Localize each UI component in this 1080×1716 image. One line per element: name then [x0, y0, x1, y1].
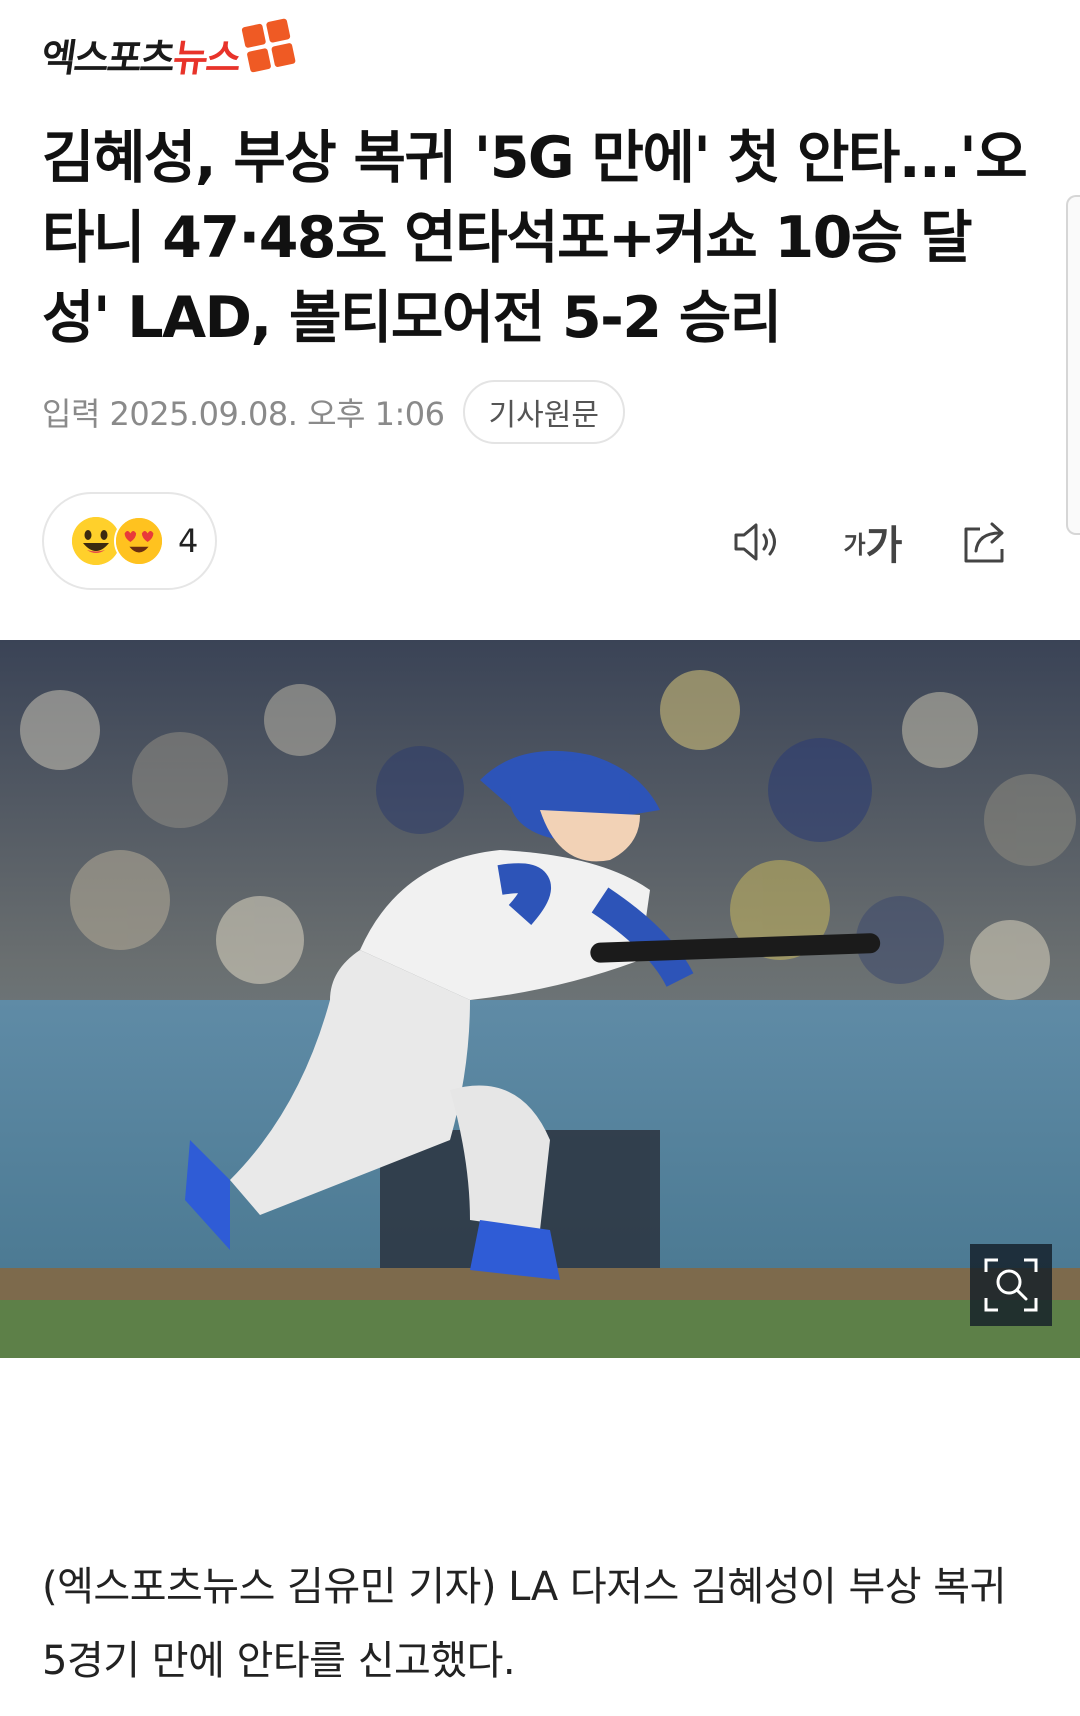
- logo-mark-icon: [241, 17, 300, 76]
- speaker-icon[interactable]: [726, 510, 790, 574]
- font-size-big-label: 가: [865, 523, 903, 569]
- grinning-face-icon: [72, 517, 120, 565]
- photo-illustration: [0, 640, 1080, 1358]
- original-article-button[interactable]: 기사원문: [462, 380, 625, 444]
- reaction-button[interactable]: 4: [42, 492, 217, 590]
- font-size-button[interactable]: 가가: [838, 510, 908, 574]
- heart-eyes-face-icon: [114, 516, 164, 566]
- share-icon[interactable]: [956, 510, 1016, 574]
- reaction-count: 4: [178, 522, 199, 560]
- logo-text: 엑스포츠뉴스: [38, 35, 243, 80]
- font-size-small-label: 가: [843, 530, 866, 559]
- press-logo[interactable]: 엑스포츠뉴스: [38, 18, 296, 86]
- article-headline: 김혜성, 부상 복귀 '5G 만에' 첫 안타...'오타니 47·48호 연타…: [42, 125, 1028, 351]
- article-body: (엑스포츠뉴스 김유민 기자) LA 다저스 김혜성이 부상 복귀 5경기 만에…: [42, 1564, 1006, 1684]
- scrollbar[interactable]: [1066, 195, 1080, 535]
- zoom-icon[interactable]: [970, 1244, 1052, 1326]
- article-photo[interactable]: [0, 640, 1080, 1358]
- published-date: 입력 2025.09.08. 오후 1:06: [42, 395, 445, 433]
- article-meta: 입력 2025.09.08. 오후 1:06 기사원문: [42, 380, 625, 444]
